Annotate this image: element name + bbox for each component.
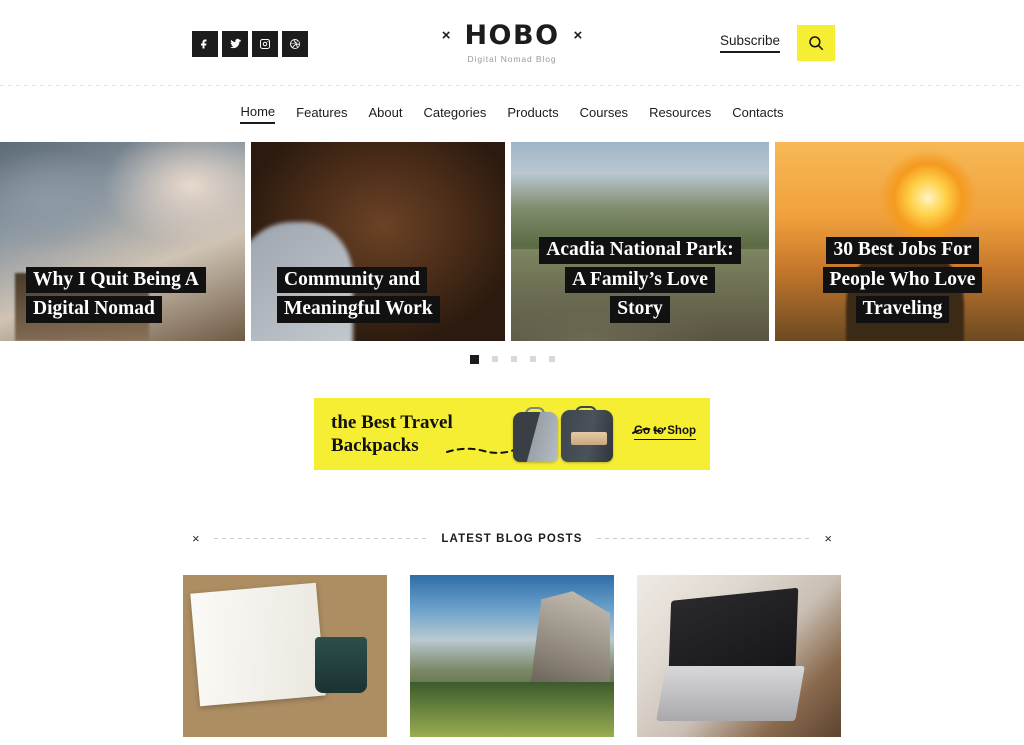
hero-slider: Why I Quit Being A Digital Nomad Community… [0,142,1024,341]
nav-item-contacts[interactable]: Contacts [732,105,783,123]
hero-caption-line: Digital Nomad [26,296,162,323]
header-actions: Subscribe [719,25,835,61]
hero-caption-line: A Family’s Love [565,266,715,294]
dribbble-icon[interactable] [282,31,308,57]
main-navigation: Home Features About Categories Products Cours… [0,86,1024,142]
section-rule-right [596,538,811,539]
hero-slide-1[interactable]: Why I Quit Being A Digital Nomad [0,142,245,341]
search-icon [809,36,824,51]
logo-right-mark-icon: × [573,27,583,44]
hero-caption-line: People Who Love [822,266,983,294]
slider-dot-1[interactable] [467,352,481,366]
hero-slide-4[interactable]: 30 Best Jobs For People Who Love Traveling [775,142,1024,341]
instagram-icon[interactable] [252,31,278,57]
hero-caption-line: Meaningful Work [277,296,440,323]
go-to-shop-link[interactable]: Go to Shop [634,425,696,440]
latest-posts-grid [0,575,1024,737]
promo-title: the Best Travel Backpacks [331,411,461,457]
post-card-reading-book[interactable] [183,575,387,737]
post-card-yosemite[interactable] [410,575,614,737]
nav-item-products[interactable]: Products [507,105,558,123]
slider-dot-5[interactable] [548,356,555,362]
post-card-laptop[interactable] [637,575,841,737]
hero-slide-caption-4: 30 Best Jobs For People Who Love Traveling [775,237,1024,323]
backpack-b-pocket [571,432,607,445]
hero-caption-line: Community and [277,266,427,294]
site-header: × HOBO × Digital Nomad Blog Subscribe [0,0,1024,86]
site-logo[interactable]: × HOBO × Digital Nomad Blog [0,22,1024,64]
promo-banner[interactable]: the Best Travel Backpacks Go to Shop [314,398,710,470]
nav-item-features[interactable]: Features [296,105,347,123]
section-left-mark-icon: × [192,531,200,546]
slider-dot-4[interactable] [529,356,536,362]
logo-text: HOBO [464,20,560,51]
slider-dot-3[interactable] [510,356,517,362]
nav-item-home[interactable]: Home [240,104,276,124]
hero-caption-line: Why I Quit Being A [26,266,206,294]
twitter-icon[interactable] [222,31,248,57]
promo-banner-wrap: the Best Travel Backpacks Go to Shop [0,398,1024,470]
hero-caption-line: Traveling [855,296,950,323]
promo-title-line1: the Best Travel [331,411,453,433]
section-title: LATEST BLOG POSTS [441,532,583,545]
slider-pagination [0,341,1024,377]
hero-caption-line: Story [610,296,670,323]
subscribe-link[interactable]: Subscribe [719,33,780,54]
nav-item-courses[interactable]: Courses [580,105,628,123]
hero-slide-caption-1: Why I Quit Being A Digital Nomad [0,266,245,323]
facebook-icon[interactable] [192,31,218,57]
hero-slide-caption-2: Community and Meaningful Work [251,266,505,323]
search-button[interactable] [797,25,835,61]
logo-tagline: Digital Nomad Blog [467,54,557,64]
hero-caption-line: Acadia National Park: [539,237,741,264]
backpack-a-icon [513,412,558,462]
nav-item-about[interactable]: About [368,105,402,123]
section-right-mark-icon: × [824,531,833,546]
hero-slide-3[interactable]: Acadia National Park: A Family’s Love Stor… [511,142,769,341]
social-links [192,31,308,57]
hero-caption-line: 30 Best Jobs For [826,237,979,264]
section-rule-left [213,538,428,539]
nav-item-categories[interactable]: Categories [423,105,486,123]
promo-title-line2: Backpacks [331,435,419,456]
slider-dot-2[interactable] [491,356,498,362]
latest-posts-section-header: × LATEST BLOG POSTS × [192,532,832,545]
logo-left-mark-icon: × [441,27,451,44]
hero-slide-2[interactable]: Community and Meaningful Work [251,142,505,341]
hero-slide-caption-3: Acadia National Park: A Family’s Love Stor… [511,237,769,323]
backpack-images [509,406,634,464]
nav-item-resources[interactable]: Resources [649,105,711,123]
